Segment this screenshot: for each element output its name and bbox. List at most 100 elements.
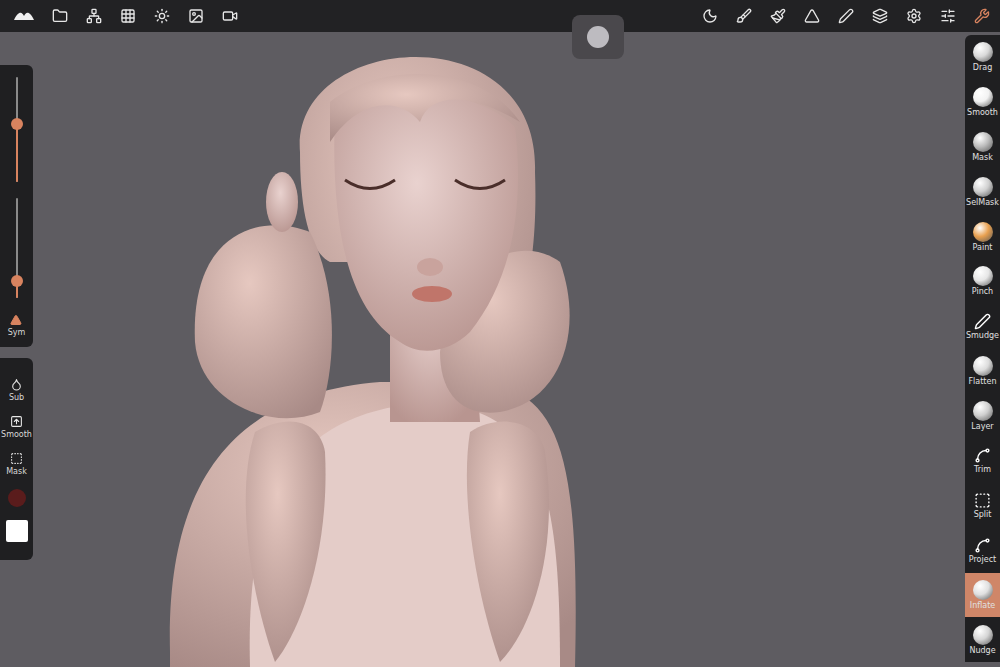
tool-glyph-icon — [974, 537, 991, 554]
tool-glyph-icon — [974, 313, 991, 330]
quick-action-icon — [10, 415, 23, 428]
quick-action-button[interactable]: Sub — [9, 378, 24, 402]
quick-actions-panel: Sub Smooth Mask — [0, 358, 33, 560]
slider-thumb[interactable] — [11, 118, 23, 130]
tool-button[interactable]: Inflate — [965, 573, 1000, 618]
tool-label: SelMask — [966, 199, 999, 207]
workspace: Sym Sub Smooth Mask Drag Smooth Mask SelMask Pai… — [0, 32, 1000, 667]
top-button[interactable] — [836, 6, 856, 26]
symmetry-button[interactable]: Sym — [8, 314, 26, 337]
symmetry-label: Sym — [8, 329, 26, 337]
quick-action-icon — [10, 452, 23, 465]
tool-label: Pinch — [972, 288, 993, 296]
top-bar-icon — [770, 8, 786, 24]
top-button[interactable] — [84, 6, 104, 26]
tool-label: Drag — [973, 64, 992, 72]
tool-button[interactable]: Drag — [965, 35, 1000, 80]
quick-action-button[interactable]: Smooth — [1, 415, 32, 439]
top-bar-icon — [804, 8, 820, 24]
quick-action-button[interactable]: Mask — [6, 452, 27, 476]
top-button[interactable] — [802, 6, 822, 26]
top-bar-icon — [872, 8, 888, 24]
top-button[interactable] — [220, 6, 240, 26]
top-bar-icon — [940, 8, 956, 24]
tool-label: Smooth — [967, 109, 998, 117]
tool-button[interactable]: Smudge — [965, 304, 1000, 349]
tool-button[interactable]: SelMask — [965, 169, 1000, 214]
sculpt-viewport[interactable] — [0, 32, 1000, 667]
tool-button[interactable]: Smooth — [965, 80, 1000, 125]
tool-sphere-icon — [973, 87, 993, 107]
tool-button[interactable]: Paint — [965, 214, 1000, 259]
vertical-slider[interactable] — [16, 198, 18, 298]
tool-button[interactable]: Mask — [965, 125, 1000, 170]
wrench-icon — [974, 8, 990, 24]
top-button[interactable] — [700, 6, 720, 26]
tool-sphere-icon — [973, 356, 993, 376]
top-bar-icon — [906, 8, 922, 24]
top-button[interactable] — [734, 6, 754, 26]
slider-thumb[interactable] — [11, 275, 23, 287]
tool-sphere-icon — [973, 177, 993, 197]
tool-sphere-icon — [973, 580, 993, 600]
top-button[interactable] — [118, 6, 138, 26]
top-button[interactable] — [152, 6, 172, 26]
nomad-logo-icon[interactable] — [12, 9, 36, 23]
tool-label: Split — [974, 511, 992, 519]
tools-button[interactable] — [972, 6, 992, 26]
color-swatch[interactable] — [6, 520, 28, 542]
tool-bar: Drag Smooth Mask SelMask Paint Pinch Smudge Fla… — [965, 35, 1000, 662]
top-button[interactable] — [938, 6, 958, 26]
tool-label: Project — [969, 556, 996, 564]
top-button[interactable] — [50, 6, 70, 26]
slider-fill — [16, 124, 18, 182]
tool-sphere-icon — [973, 401, 993, 421]
top-bar-icon — [154, 8, 170, 24]
tool-sphere-icon — [973, 625, 993, 645]
top-button[interactable] — [870, 6, 890, 26]
vertical-slider[interactable] — [16, 77, 18, 182]
top-button[interactable] — [904, 6, 924, 26]
top-bar-icon — [838, 8, 854, 24]
tool-sphere-icon — [973, 132, 993, 152]
tool-label: Smudge — [966, 332, 999, 340]
tool-label: Paint — [973, 244, 993, 252]
view-gizmo[interactable] — [572, 15, 624, 59]
tool-label: Layer — [971, 423, 993, 431]
top-bar — [0, 0, 1000, 32]
material-swatch[interactable] — [8, 489, 26, 507]
quick-action-label: Smooth — [1, 431, 32, 439]
tool-button[interactable]: Split — [965, 483, 1000, 528]
top-bar-icon — [120, 8, 136, 24]
tool-glyph-icon — [974, 492, 991, 509]
symmetry-icon — [10, 314, 22, 326]
tool-button[interactable]: Trim — [965, 438, 1000, 483]
top-bar-icon — [188, 8, 204, 24]
tool-label: Flatten — [969, 378, 997, 386]
gizmo-dot — [587, 26, 609, 48]
brush-sliders-panel: Sym — [0, 65, 33, 347]
tool-button[interactable]: Project — [965, 528, 1000, 573]
nomad-sculpt-app: Sym Sub Smooth Mask Drag Smooth Mask SelMask Pai… — [0, 0, 1000, 667]
quick-action-label: Mask — [6, 468, 27, 476]
top-bar-icon — [222, 8, 238, 24]
tool-sphere-icon — [973, 222, 993, 242]
top-bar-icon — [52, 8, 68, 24]
tool-button[interactable]: Pinch — [965, 259, 1000, 304]
top-button[interactable] — [186, 6, 206, 26]
tool-sphere-icon — [973, 266, 993, 286]
quick-action-icon — [10, 378, 23, 391]
tool-button[interactable]: Layer — [965, 393, 1000, 438]
top-bar-icon — [702, 8, 718, 24]
tool-label: Inflate — [970, 602, 995, 610]
tool-button[interactable]: Nudge — [965, 617, 1000, 662]
tool-glyph-icon — [974, 447, 991, 464]
tool-label: Trim — [974, 466, 991, 474]
tool-label: Nudge — [969, 647, 995, 655]
top-button[interactable] — [768, 6, 788, 26]
quick-action-label: Sub — [9, 394, 24, 402]
top-bar-icon — [736, 8, 752, 24]
tool-button[interactable]: Flatten — [965, 349, 1000, 394]
top-bar-icon — [86, 8, 102, 24]
tool-label: Mask — [972, 154, 993, 162]
